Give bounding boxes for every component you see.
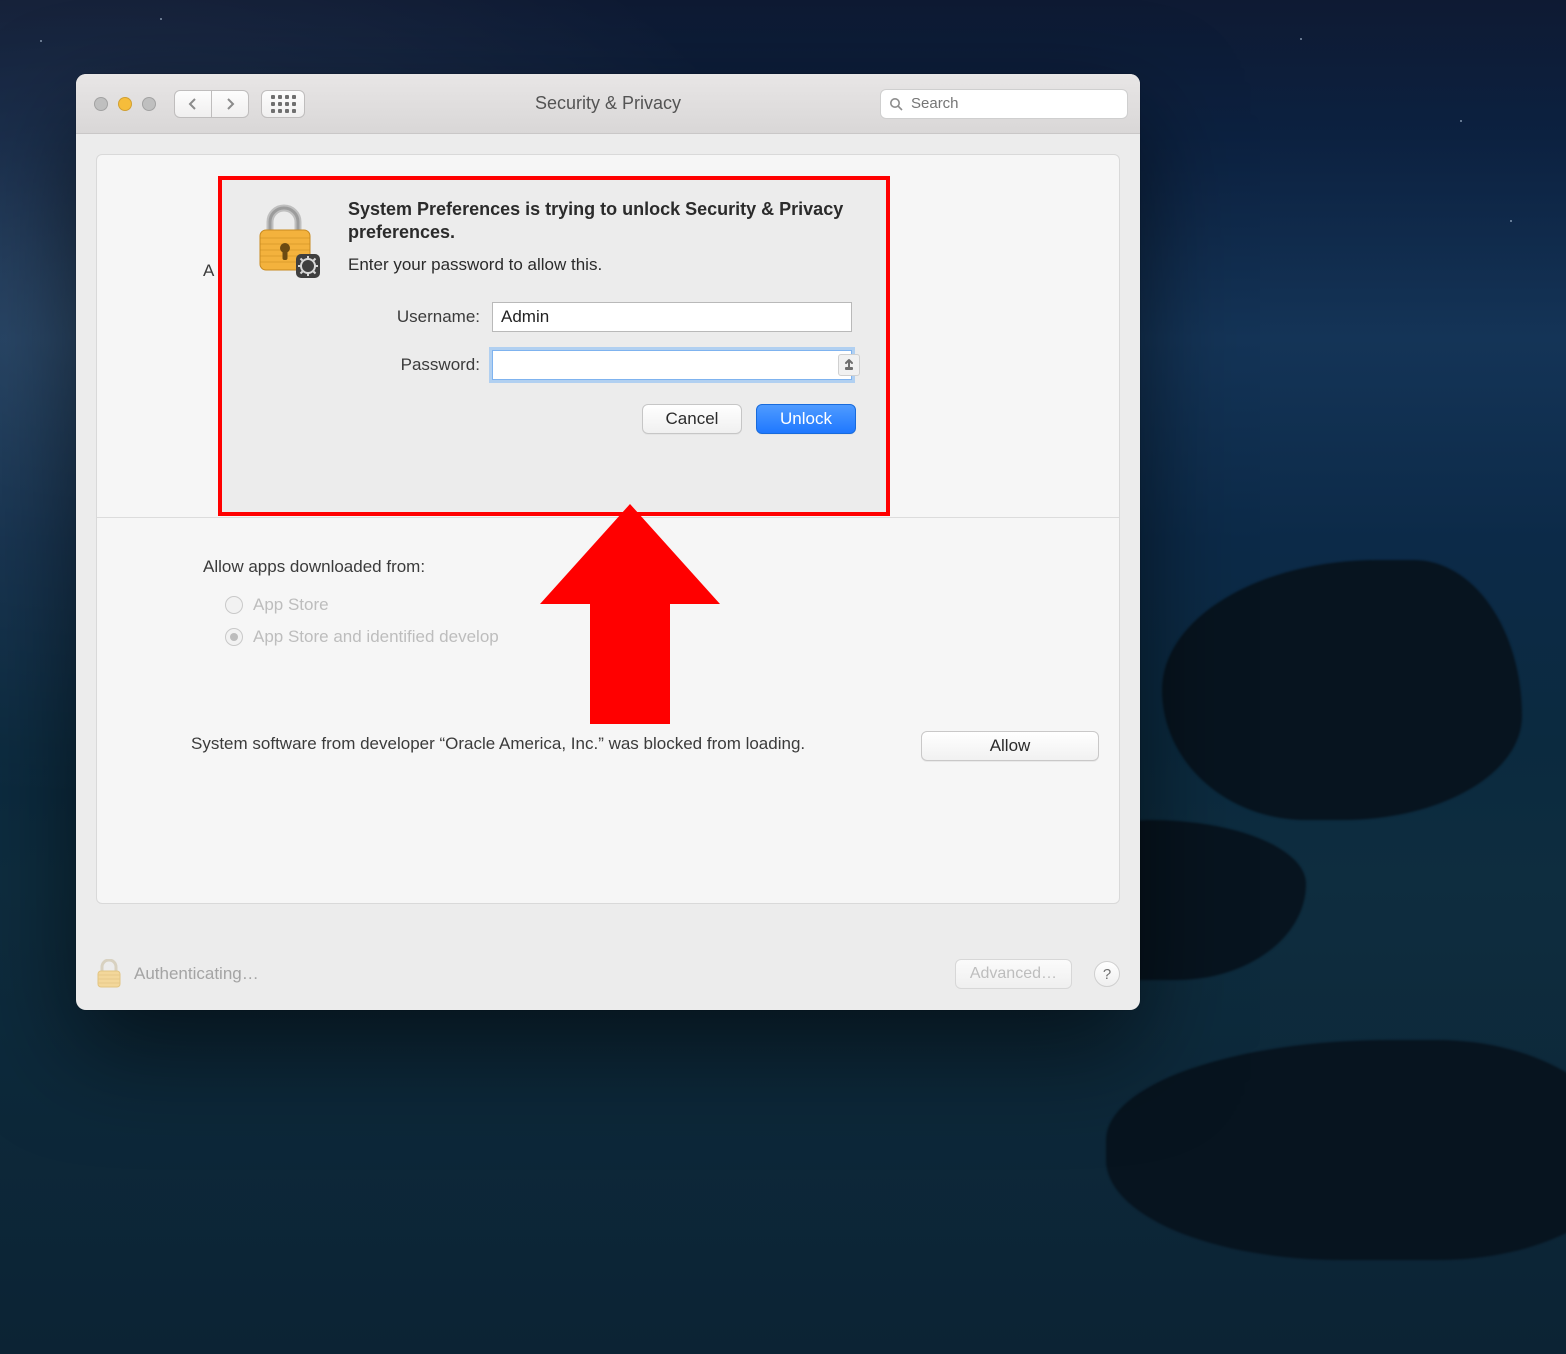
- wallpaper-shape: [1106, 1040, 1566, 1260]
- preferences-window: Security & Privacy A log Allow apps down…: [76, 74, 1140, 1010]
- radio-indicator: [225, 596, 243, 614]
- zoom-window-button[interactable]: [142, 97, 156, 111]
- show-all-button[interactable]: [261, 90, 305, 118]
- forward-button[interactable]: [211, 90, 249, 118]
- auth-title: System Preferences is trying to unlock S…: [348, 198, 864, 245]
- desktop: Security & Privacy A log Allow apps down…: [0, 0, 1566, 1354]
- username-label: Username:: [244, 307, 492, 327]
- radio-label: App Store and identified develop: [253, 627, 499, 647]
- window-controls: [94, 97, 156, 111]
- username-input[interactable]: [492, 302, 852, 332]
- wallpaper-shape: [1162, 560, 1522, 820]
- radio-app-store[interactable]: App Store: [225, 595, 329, 615]
- minimize-window-button[interactable]: [118, 97, 132, 111]
- auth-subtitle: Enter your password to allow this.: [348, 255, 864, 275]
- blocked-software-row: System software from developer “Oracle A…: [191, 731, 1099, 761]
- lock-icon: [244, 198, 330, 284]
- help-button[interactable]: ?: [1094, 961, 1120, 987]
- window-content: A log Allow apps downloaded from: App St…: [76, 134, 1140, 1010]
- blocked-software-text: System software from developer “Oracle A…: [191, 731, 811, 757]
- keychain-icon[interactable]: [838, 354, 860, 376]
- bottom-bar: Authenticating… Advanced… ?: [96, 952, 1120, 996]
- auth-sheet: System Preferences is trying to unlock S…: [222, 180, 886, 512]
- back-button[interactable]: [174, 90, 212, 118]
- advanced-button[interactable]: Advanced…: [955, 959, 1072, 989]
- annotation-arrow: [540, 504, 720, 724]
- radio-app-store-identified[interactable]: App Store and identified develop: [225, 627, 499, 647]
- radio-label: App Store: [253, 595, 329, 615]
- cancel-button[interactable]: Cancel: [642, 404, 742, 434]
- radio-indicator: [225, 628, 243, 646]
- auth-status-text: Authenticating…: [134, 964, 259, 984]
- downloaded-apps-title: Allow apps downloaded from:: [203, 557, 425, 577]
- search-field[interactable]: [880, 89, 1128, 119]
- titlebar: Security & Privacy: [76, 74, 1140, 134]
- password-label: Password:: [244, 355, 492, 375]
- allow-button[interactable]: Allow: [921, 731, 1099, 761]
- password-input[interactable]: [492, 350, 852, 380]
- close-window-button[interactable]: [94, 97, 108, 111]
- nav-buttons: [174, 90, 249, 118]
- unlock-button[interactable]: Unlock: [756, 404, 856, 434]
- annotation-highlight: System Preferences is trying to unlock S…: [218, 176, 890, 516]
- lock-status-icon[interactable]: [96, 959, 122, 989]
- search-icon: [889, 97, 903, 111]
- search-input[interactable]: [909, 94, 1119, 113]
